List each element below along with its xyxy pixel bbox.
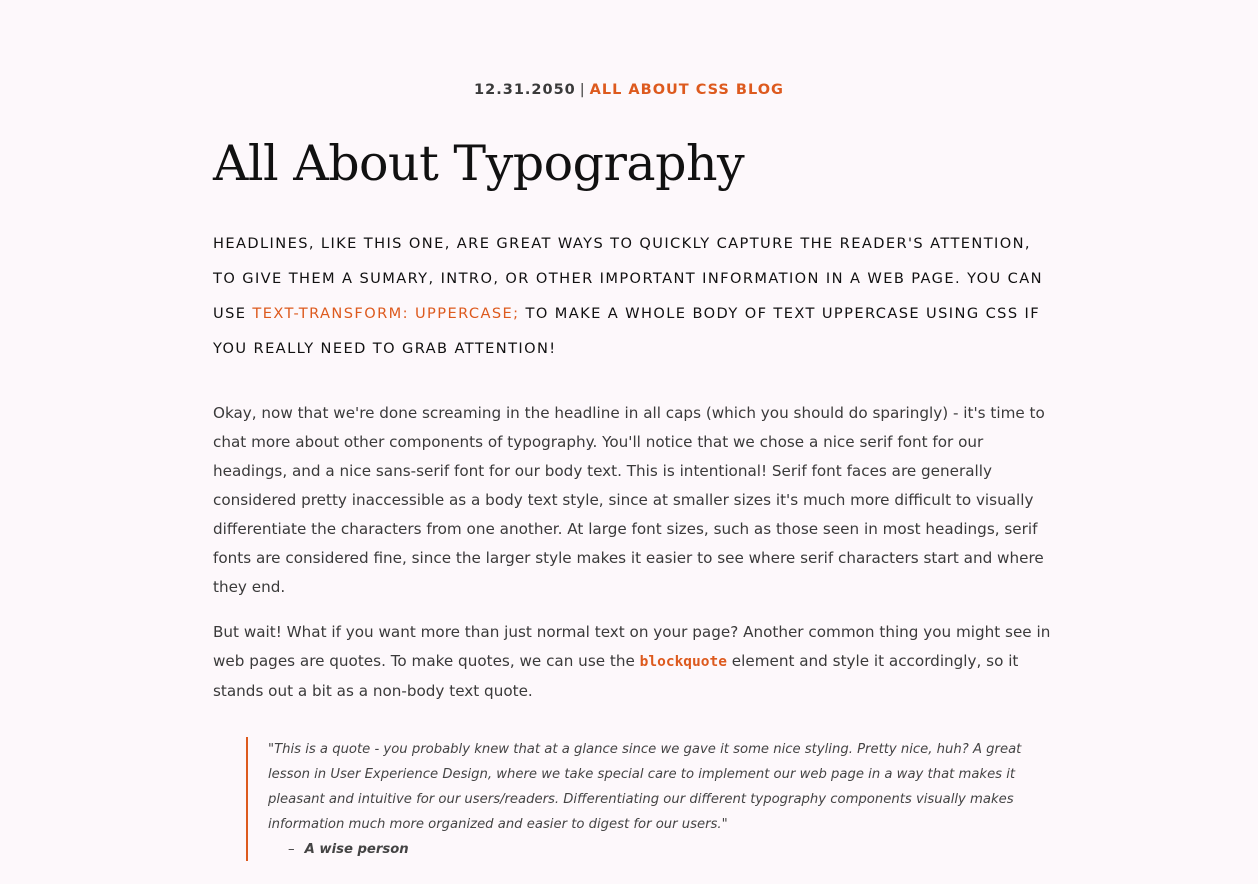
body-paragraph-1: Okay, now that we're done screaming in t… (213, 404, 1045, 596)
quote-citation: – A wise person (288, 837, 409, 862)
post-meta: 12.31.2050 | All About CSS Blog (0, 80, 1258, 100)
body-paragraph-2: But wait! What if you want more than jus… (213, 618, 1058, 706)
blockquote: "This is a quote - you probably knew tha… (246, 737, 1048, 861)
page-title: All About Typography (213, 135, 745, 192)
headline-accent-text: text-transform: uppercase; (252, 305, 520, 322)
quote-text: "This is a quote - you probably knew tha… (268, 742, 1022, 832)
headline-intro: Headlines, like this one, are great ways… (213, 226, 1053, 366)
blog-page: 12.31.2050 | All About CSS Blog All About … (0, 0, 1258, 884)
post-date: 12.31.2050 (474, 82, 576, 98)
meta-separator: | (579, 82, 586, 98)
citation-dash: – (288, 842, 295, 857)
quote-author: A wise person (304, 842, 409, 857)
blog-name-link[interactable]: All About CSS Blog (590, 82, 784, 98)
inline-code-blockquote: blockquote (639, 654, 727, 670)
